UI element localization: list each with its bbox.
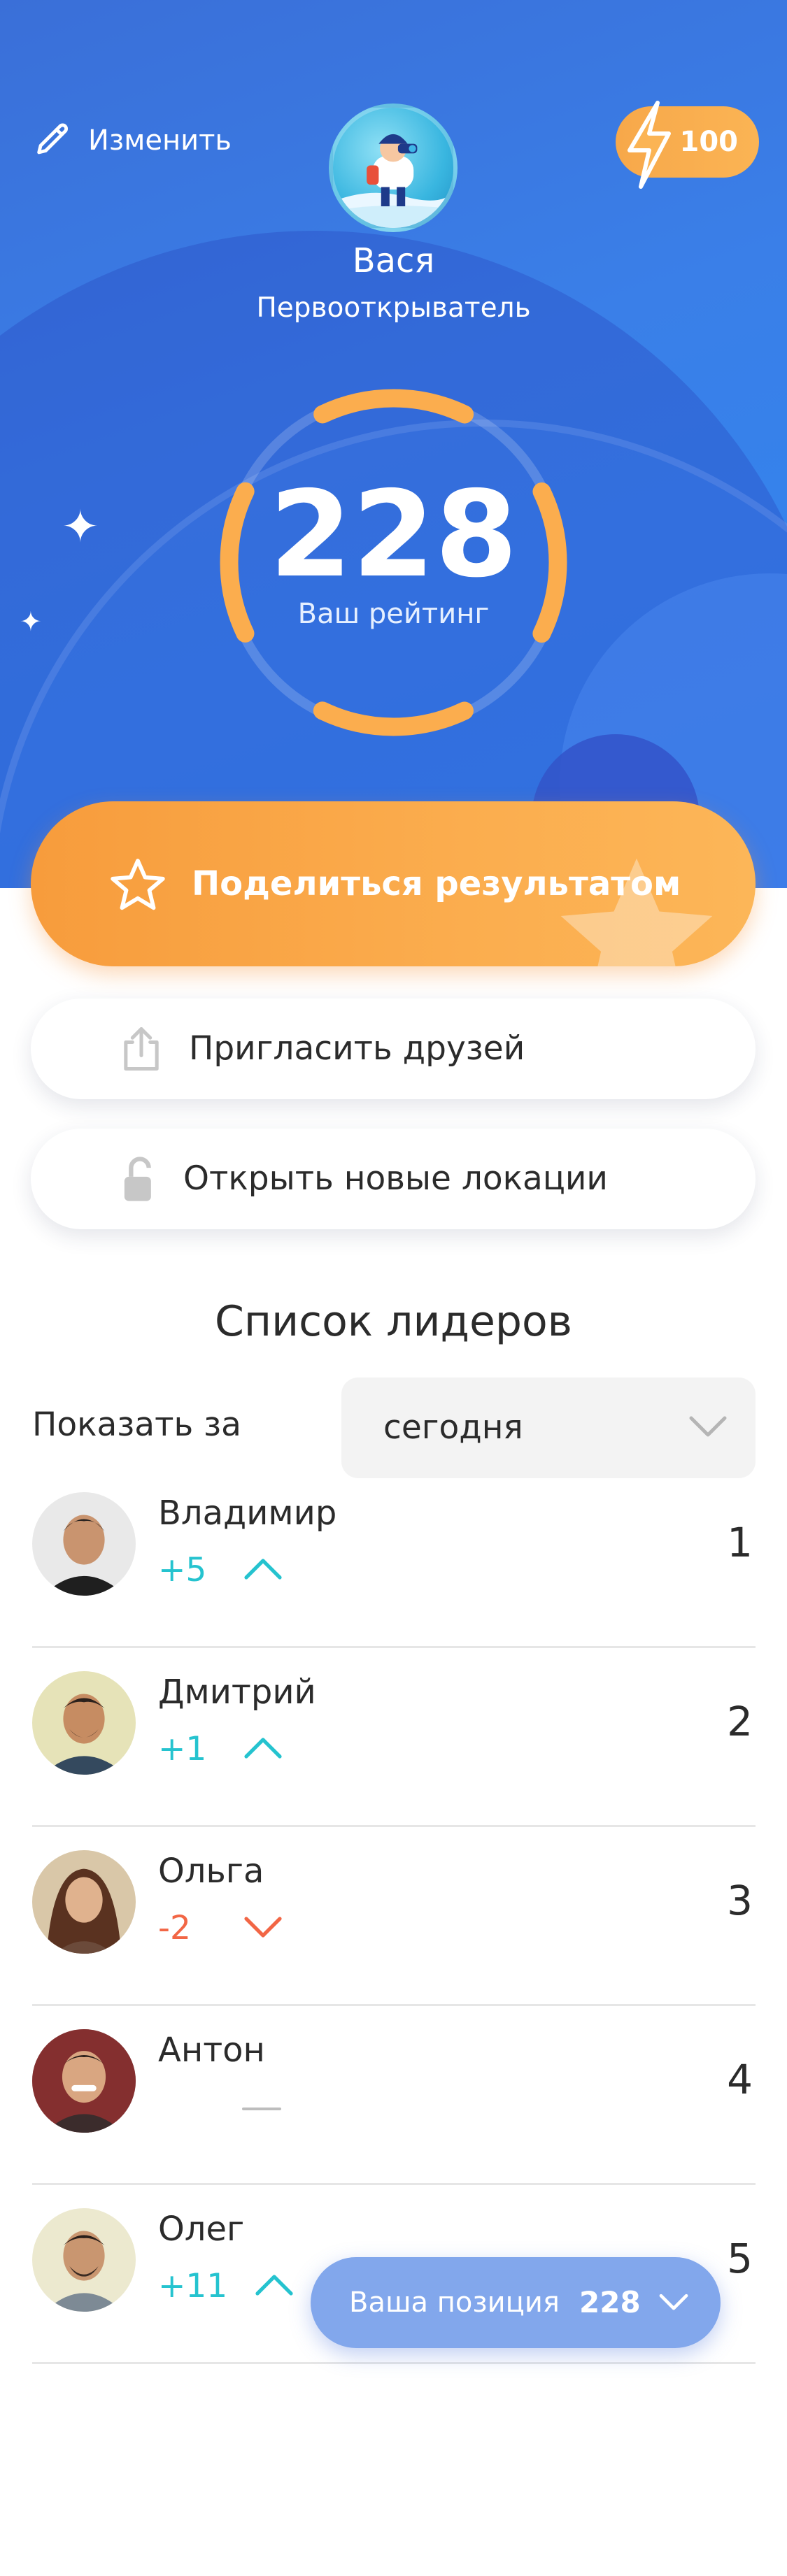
edit-label: Изменить (88, 124, 232, 157)
leader-rank: 3 (727, 1877, 753, 1924)
unlock-locations-button[interactable]: Открыть новые локации (31, 1129, 756, 1229)
avatar (32, 2029, 136, 2133)
rating-change: +1 (158, 1730, 207, 1768)
leader-name: Владимир (158, 1494, 337, 1533)
leader-name: Олег (158, 2210, 245, 2249)
show-for-label: Показать за (32, 1405, 241, 1444)
star-icon (111, 859, 165, 910)
leader-row[interactable]: Дмитрий +1 2 (32, 1647, 756, 1827)
unlock-icon (124, 1157, 151, 1201)
lightning-icon (628, 101, 671, 189)
energy-value: 100 (679, 126, 739, 158)
period-select[interactable]: сегодня (341, 1378, 756, 1478)
leader-row[interactable]: Ольга -2 3 (32, 1826, 756, 2006)
avatar (32, 1671, 136, 1775)
leader-row[interactable]: Владимир +5 1 (32, 1468, 756, 1648)
avatar (32, 1492, 136, 1596)
leader-rank: 5 (727, 2235, 753, 2282)
invite-label: Пригласить друзей (189, 1029, 525, 1068)
rating-change: +11 (158, 2267, 228, 2305)
rating-label: Ваш рейтинг (297, 598, 490, 630)
user-title: Первооткрыватель (256, 292, 531, 324)
user-avatar[interactable] (329, 103, 458, 232)
leader-rank: 4 (727, 2056, 753, 2103)
your-position-value: 228 (579, 2285, 641, 2319)
arrow-up-icon (244, 1559, 282, 1580)
rating-change: -2 (158, 1909, 191, 1947)
avatar (32, 2208, 136, 2312)
no-change-dash (242, 2108, 281, 2110)
unlock-label: Открыть новые локации (183, 1159, 608, 1198)
chevron-down-icon (689, 1416, 727, 1437)
your-position-label: Ваша позиция (349, 2287, 560, 2319)
explorer-illustration (333, 134, 453, 228)
period-value: сегодня (383, 1408, 523, 1447)
leader-name: Антон (158, 2031, 265, 2070)
leader-name: Дмитрий (158, 1673, 316, 1712)
profile-header: ✦ ✦ Изменить 100 Вася Первооткрыватель 2… (0, 0, 787, 888)
rating-change: +5 (158, 1551, 207, 1589)
edit-profile-button[interactable]: Изменить (32, 120, 232, 161)
arrow-up-icon (255, 2275, 293, 2296)
leader-rank: 1 (727, 1519, 753, 1566)
rating-score: 228 (269, 466, 518, 604)
pencil-icon (37, 123, 69, 155)
share-result-button[interactable]: Поделиться результатом (31, 801, 756, 966)
chevron-down-icon (659, 2294, 688, 2310)
leader-row[interactable]: Антон 4 (32, 2005, 756, 2185)
leader-rank: 2 (727, 1698, 753, 1745)
leaders-title: Список лидеров (214, 1297, 573, 1346)
arrow-up-icon (244, 1738, 282, 1759)
energy-counter[interactable]: 100 (616, 101, 759, 189)
avatar (32, 1850, 136, 1954)
invite-friends-button[interactable]: Пригласить друзей (31, 999, 756, 1099)
user-name: Вася (352, 241, 435, 280)
your-position-button[interactable]: Ваша позиция 228 (311, 2257, 721, 2348)
share-label: Поделиться результатом (192, 864, 681, 903)
leader-name: Ольга (158, 1852, 264, 1891)
arrow-down-icon (244, 1917, 282, 1938)
share-upload-icon (124, 1026, 159, 1071)
